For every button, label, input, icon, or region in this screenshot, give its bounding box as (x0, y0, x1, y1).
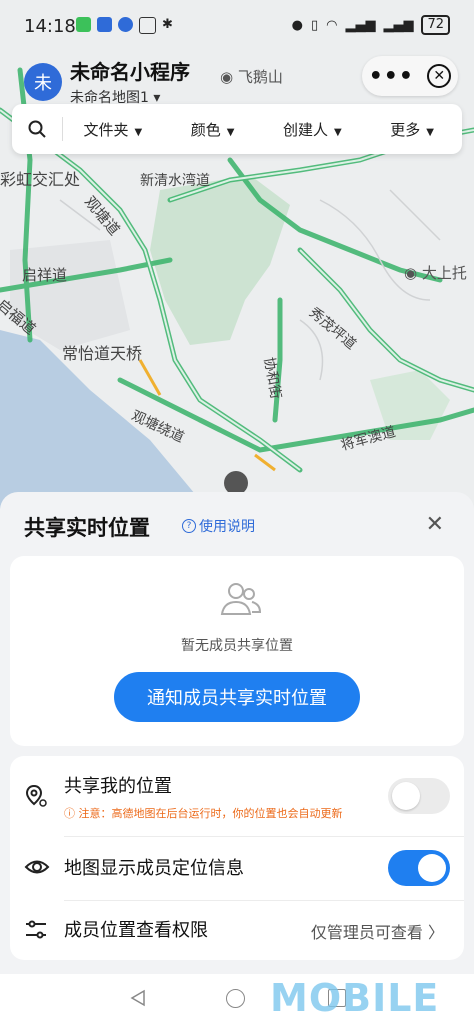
more-button[interactable]: ••• (369, 64, 414, 89)
share-my-location-row: 共享我的位置 ⓘ 注意：高德地图在后台运行时，你的位置也会自动更新 (10, 756, 464, 836)
filter-color[interactable]: 颜色 ▼ (163, 119, 263, 140)
location-icon: ● (291, 17, 303, 33)
status-right: ● ▯ ◠ ▂▄▆ ▂▄▆ 72 (292, 15, 450, 35)
watermark: MOBILE (270, 976, 440, 1020)
wechat-icon (76, 17, 91, 32)
caret-down-icon: ▼ (226, 126, 235, 138)
app-header: 未 未命名小程序 未命名地图1 ▾ (24, 56, 190, 107)
filter-bar: 文件夹 ▼ 颜色 ▼ 创建人 ▼ 更多 ▼ (12, 104, 462, 154)
map-label-feieshan: ◉ 飞鹅山 (220, 68, 283, 86)
vibrate-icon: ▯ (310, 17, 319, 33)
caret-down-icon: ▼ (134, 126, 143, 138)
filter-folder[interactable]: 文件夹 ▼ (63, 119, 163, 140)
sliders-icon (26, 920, 46, 939)
permission-row[interactable]: 成员位置查看权限 仅管理员可查看 〉 (10, 900, 464, 960)
status-bar: 14:18 ✱ ● ▯ ◠ ▂▄▆ ▂▄▆ 72 (0, 0, 474, 50)
show-member-location-row: 地图显示成员定位信息 (10, 836, 464, 900)
caret-down-icon: ▼ (426, 126, 434, 138)
bluetooth-icon: ✱ (162, 17, 173, 32)
help-link[interactable]: ? 使用说明 (182, 516, 255, 536)
map-label: 常怡道天桥 (62, 344, 143, 363)
status-time: 14:18 (24, 16, 76, 37)
map-label: 彩虹交汇处 (0, 170, 81, 189)
app-title: 未命名小程序 (70, 60, 190, 84)
map-label-dashangtuo: ◉ 大上托 (404, 264, 467, 282)
mail-icon (97, 17, 112, 32)
members-icon (220, 583, 262, 615)
share-my-location-label: 共享我的位置 (64, 776, 172, 797)
toggle-knob (392, 782, 420, 810)
members-card: 暂无成员共享位置 通知成员共享实时位置 (10, 556, 464, 746)
miniprogram-capsule: ••• ✕ (362, 56, 458, 96)
search-icon (28, 120, 46, 138)
signal2-icon: ▂▄▆ (383, 17, 414, 33)
wifi-icon: ◠ (326, 17, 338, 33)
map-label: 启祥道 (22, 266, 68, 284)
notify-members-button[interactable]: 通知成员共享实时位置 (114, 672, 360, 722)
caret-down-icon: ▼ (334, 126, 342, 138)
settings-card: 共享我的位置 ⓘ 注意：高德地图在后台运行时，你的位置也会自动更新 地图显示成员… (10, 756, 464, 960)
show-member-location-toggle[interactable] (388, 850, 450, 886)
nfc-icon (139, 17, 156, 34)
filter-more[interactable]: 更多 ▼ (362, 119, 462, 140)
pin-icon: ◉ (220, 68, 234, 86)
battery-indicator: 72 (421, 15, 450, 35)
sheet-title: 共享实时位置 (24, 516, 150, 540)
permission-value: 仅管理员可查看 〉 (310, 923, 444, 942)
signal-icon: ▂▄▆ (345, 17, 376, 33)
show-member-location-label: 地图显示成员定位信息 (64, 858, 244, 879)
eye-icon (24, 860, 50, 874)
location-person-icon (25, 784, 47, 807)
filter-creator[interactable]: 创建人 ▼ (263, 119, 363, 140)
share-location-toggle[interactable] (388, 778, 450, 814)
close-icon[interactable]: ✕ (427, 64, 452, 88)
close-icon[interactable]: ✕ (426, 512, 444, 537)
warning-note: ⓘ 注意：高德地图在后台运行时，你的位置也会自动更新 (64, 807, 343, 820)
permission-label: 成员位置查看权限 (64, 920, 208, 941)
question-icon: ? (182, 519, 196, 533)
home-icon[interactable] (226, 989, 245, 1008)
avatar[interactable]: 未 (24, 62, 62, 101)
share-location-sheet: 共享实时位置 ? 使用说明 ✕ 暂无成员共享位置 通知成员共享实时位置 共享我的… (0, 492, 474, 974)
toggle-knob (418, 854, 446, 882)
notification-icons: ✱ (76, 17, 177, 34)
location-app-icon (118, 17, 133, 32)
search-button[interactable] (12, 120, 62, 138)
empty-state-text: 暂无成员共享位置 (181, 638, 293, 654)
back-icon[interactable] (128, 988, 148, 1008)
map-label: 新清水湾道 (140, 173, 210, 189)
pin-icon: ◉ (404, 264, 418, 282)
chevron-right-icon: 〉 (427, 923, 444, 942)
info-icon: ⓘ (64, 807, 75, 820)
